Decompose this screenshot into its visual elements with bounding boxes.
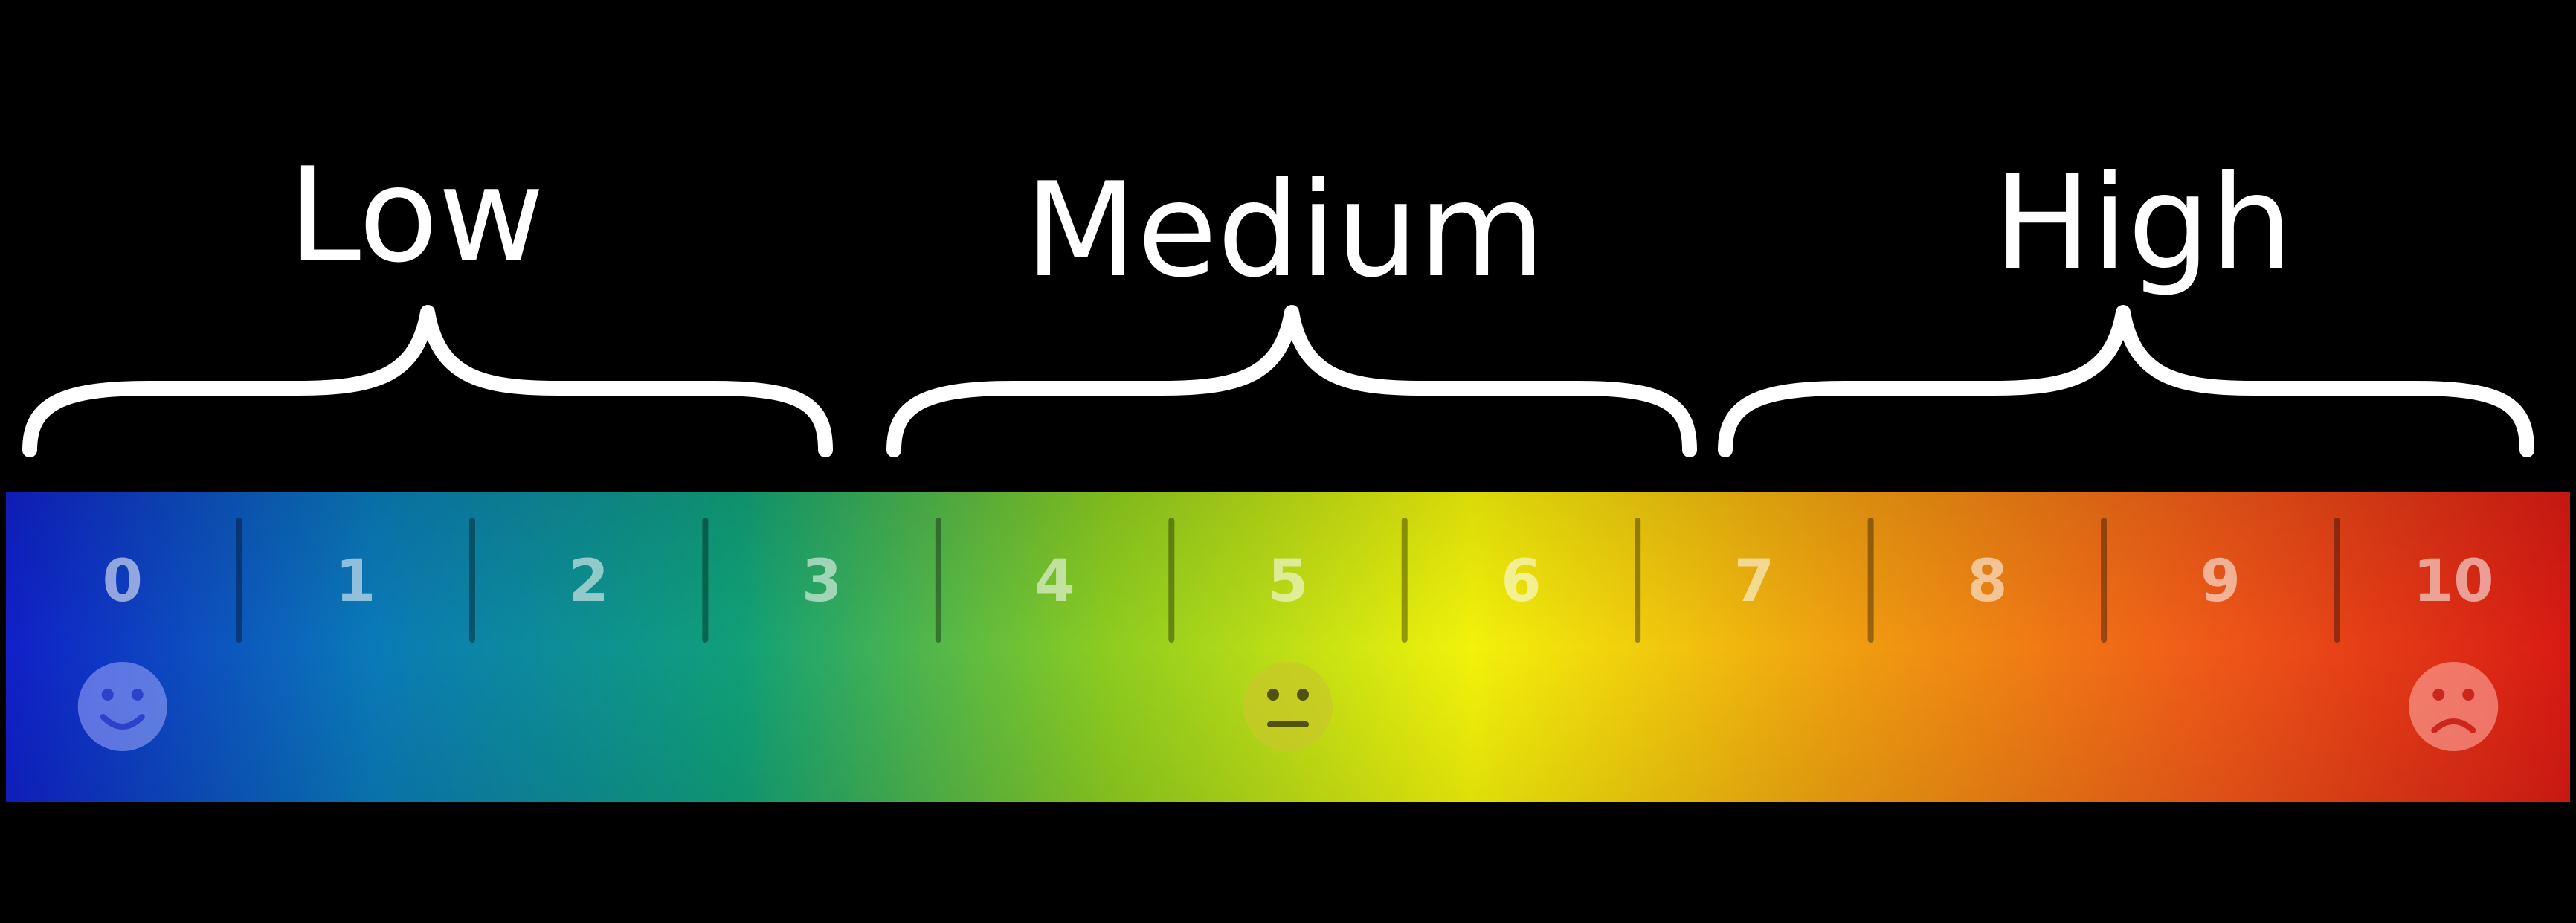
scale-number: 10 — [2413, 548, 2494, 615]
scale-number: 2 — [568, 548, 608, 615]
color-scale-shading — [6, 492, 2570, 802]
happy-face-icon — [77, 662, 167, 751]
scale-number: 5 — [1268, 548, 1308, 615]
group-label-medium: Medium — [1025, 155, 1545, 306]
group-label-high: High — [1994, 148, 2293, 299]
group-label-low: Low — [289, 141, 545, 292]
sad-face-icon — [2409, 662, 2499, 751]
brace-low — [22, 305, 833, 457]
neutral-face-icon — [1243, 662, 1333, 751]
scale-number: 3 — [802, 548, 842, 615]
scale-number: 1 — [335, 548, 376, 615]
scale-number: 9 — [2200, 548, 2241, 615]
scale-number: 6 — [1501, 548, 1541, 615]
brace-medium — [886, 305, 1697, 457]
pain-scale-diagram: Low Medium High 0 1 2 3 4 5 6 7 8 9 10 — [6, 141, 2570, 802]
scale-number: 4 — [1034, 548, 1075, 615]
brace-high — [1718, 305, 2534, 457]
scale-number: 8 — [1967, 548, 2007, 615]
scale-number: 7 — [1734, 548, 1774, 615]
scale-number: 0 — [103, 548, 143, 615]
